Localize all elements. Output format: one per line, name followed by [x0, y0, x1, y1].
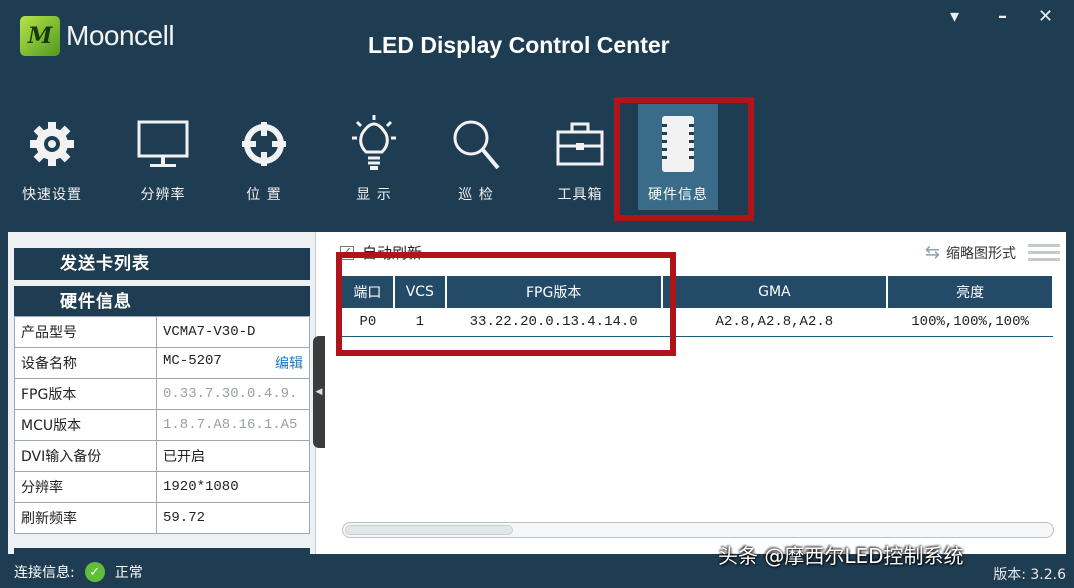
property-value: 1.8.7.A8.16.1.A5	[156, 409, 310, 441]
property-key: 刷新频率	[14, 502, 157, 534]
toolbar-label: 分辨率	[140, 187, 186, 203]
hardware-info-header[interactable]: 硬件信息	[14, 286, 310, 318]
horizontal-scrollbar[interactable]	[342, 522, 1054, 538]
sidebar: 发送卡列表 硬件信息 产品型号 VCMA7-V30-D 设备名称 MC-5207…	[8, 232, 316, 554]
toolbar-label: 快速设置	[22, 187, 82, 203]
property-value: 已开启	[156, 440, 310, 472]
property-key: MCU版本	[14, 409, 157, 441]
monitor-icon	[134, 108, 192, 180]
toolbar-toolbox[interactable]: 工具箱	[552, 108, 608, 204]
property-key: FPG版本	[14, 378, 157, 410]
property-key: 分辨率	[14, 471, 157, 503]
table-header-row: 端口 VCS FPG版本 GMA 亮度	[342, 276, 1054, 308]
table-row: 分辨率 1920*1080	[14, 471, 310, 503]
gear-icon	[24, 108, 80, 180]
status-bar: 连接信息: ✓ 正常	[14, 562, 143, 582]
logo-text: Mooncell	[66, 20, 175, 51]
toolbar-label: 巡 检	[458, 187, 494, 203]
toolbar-display[interactable]: 显 示	[346, 108, 402, 204]
thumbnail-mode-button[interactable]: ⇆ 缩略图形式	[925, 242, 1016, 263]
close-button[interactable]: ✕	[1038, 6, 1053, 27]
toolbox-icon	[552, 108, 608, 180]
table-row: MCU版本 1.8.7.A8.16.1.A5	[14, 409, 310, 441]
table-row: FPG版本 0.33.7.30.0.4.9.	[14, 378, 310, 410]
send-card-list-header[interactable]: 发送卡列表	[14, 248, 310, 280]
property-key: DVI输入备份	[14, 440, 157, 472]
toolbar-label: 显 示	[356, 187, 392, 203]
column-header[interactable]: VCS	[393, 276, 447, 308]
toolbar-label: 工具箱	[557, 187, 603, 203]
table-row: DVI输入备份 已开启	[14, 440, 310, 472]
table-cell: P0	[342, 308, 394, 337]
column-header[interactable]: 亮度	[887, 276, 1054, 308]
thumbnail-icon: ⇆	[924, 242, 940, 263]
column-header[interactable]: GMA	[661, 276, 889, 308]
auto-refresh-label: 自动刷新	[362, 244, 423, 262]
auto-refresh-option[interactable]: ✓ 自动刷新	[340, 242, 422, 263]
toolbar-resolution[interactable]: 分辨率	[134, 108, 192, 204]
property-value: MC-5207	[163, 353, 222, 369]
toolbar-label: 硬件信息	[648, 187, 708, 203]
mooncell-logo-icon: M	[20, 16, 60, 56]
table-cell: 100%,100%,100%	[887, 308, 1053, 337]
edit-device-name-link[interactable]: 编辑	[275, 353, 303, 373]
toolbar-position[interactable]: 位 置	[236, 108, 292, 204]
content-panel: 发送卡列表 硬件信息 产品型号 VCMA7-V30-D 设备名称 MC-5207…	[8, 232, 1066, 554]
hardware-property-table: 产品型号 VCMA7-V30-D 设备名称 MC-5207 编辑 FPG版本 0…	[14, 316, 310, 534]
property-key: 产品型号	[14, 316, 157, 348]
auto-refresh-checkbox[interactable]: ✓	[340, 245, 354, 260]
connection-label: 连接信息:	[14, 565, 75, 581]
toolbar-inspection[interactable]: 巡 检	[448, 108, 504, 204]
list-view-icon[interactable]	[1028, 240, 1060, 264]
magnifier-icon	[448, 108, 504, 180]
watermark-text: 头条 @摩西尔LED控制系统	[718, 544, 964, 568]
table-cell: 1	[393, 308, 446, 337]
property-value-cell: MC-5207 编辑	[156, 347, 310, 379]
table-row: 产品型号 VCMA7-V30-D	[14, 316, 310, 348]
table-cell: A2.8,A2.8,A2.8	[661, 308, 888, 337]
chip-icon	[648, 108, 708, 180]
scrollbar-thumb[interactable]	[345, 525, 513, 535]
toolbar-quick-setup[interactable]: 快速设置	[22, 108, 82, 204]
app-title: LED Display Control Center	[368, 32, 670, 58]
property-value: 59.72	[156, 502, 310, 534]
menu-dropdown-button[interactable]: ▾	[950, 6, 959, 27]
collapse-sidebar-button[interactable]: ◀	[313, 336, 325, 448]
next-section-header[interactable]	[14, 548, 310, 554]
hardware-table: 端口 VCS FPG版本 GMA 亮度 P0 1 33.22.20.0.13.4…	[342, 276, 1054, 337]
toolbar-hardware-info[interactable]: 硬件信息	[638, 104, 718, 210]
light-bulb-icon	[346, 108, 402, 180]
property-key: 设备名称	[14, 347, 157, 379]
property-value: 1920*1080	[156, 471, 310, 503]
column-header[interactable]: 端口	[342, 276, 395, 308]
table-row[interactable]: P0 1 33.22.20.0.13.4.14.0 A2.8,A2.8,A2.8…	[342, 308, 1053, 337]
connection-status: 正常	[114, 565, 143, 581]
version-text: 版本: 3.2.6	[993, 567, 1066, 583]
check-circle-icon: ✓	[84, 562, 105, 582]
column-header[interactable]: FPG版本	[445, 276, 663, 308]
table-cell: 33.22.20.0.13.4.14.0	[445, 308, 662, 337]
property-value: VCMA7-V30-D	[156, 316, 310, 348]
toolbar-label: 位 置	[246, 187, 282, 203]
crosshair-icon	[236, 108, 292, 180]
thumbnail-mode-label: 缩略图形式	[946, 245, 1016, 262]
table-row: 设备名称 MC-5207 编辑	[14, 347, 310, 379]
table-row: 刷新频率 59.72	[14, 502, 310, 534]
chevron-left-icon: ◀	[315, 387, 323, 397]
minimize-button[interactable]: –	[998, 6, 1007, 27]
property-value: 0.33.7.30.0.4.9.	[156, 378, 310, 410]
app-logo: M Mooncell	[20, 16, 175, 56]
